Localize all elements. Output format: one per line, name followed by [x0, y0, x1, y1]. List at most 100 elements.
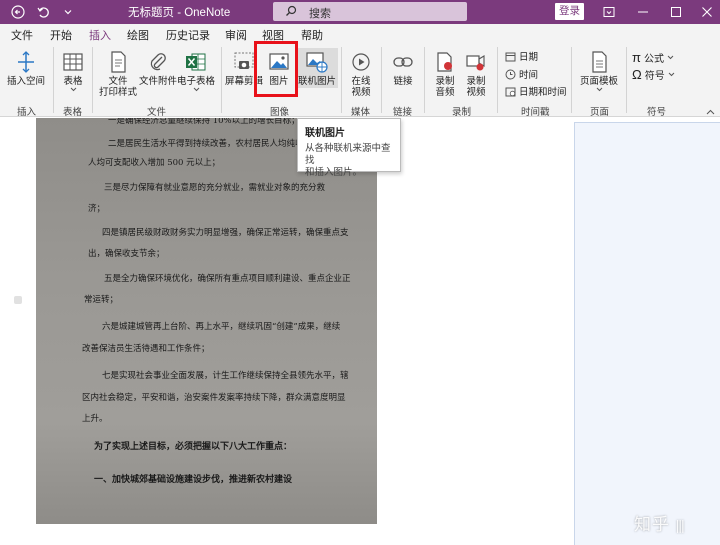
page-list-panel[interactable] — [574, 122, 720, 545]
paperclip-icon — [146, 50, 170, 74]
separator — [53, 47, 54, 113]
file-printout-icon — [106, 50, 130, 74]
title-bar: 无标题页 - OneNote 搜索 登录 — [0, 0, 720, 24]
undo-icon[interactable] — [33, 2, 53, 22]
doc-line: 五是全力确保环境优化，确保所有重点项目顺利建设、重点企业正 — [104, 272, 351, 284]
group-label-symbols: 符号 — [647, 104, 666, 118]
table-icon — [61, 50, 85, 74]
paragraph-handle[interactable] — [14, 296, 22, 304]
doc-line: 一是确保经济总量继续保持 10%以上的增长目标； — [108, 118, 300, 126]
doc-line: 一、加快城郊基础设施建设步伐，推进新农村建设 — [94, 472, 292, 485]
ribbon-display-icon[interactable] — [599, 2, 619, 22]
doc-line: 三是尽力保障有就业意愿的充分就业，需就业对象的充分救 — [104, 181, 325, 193]
doc-line: 上升。 — [82, 412, 108, 424]
tab-help[interactable]: 帮助 — [301, 27, 323, 43]
pi-icon: π — [632, 50, 641, 65]
date-time-label: 日期和时间 — [519, 84, 567, 98]
doc-line: 人均可支配收入增加 500 元以上； — [88, 156, 220, 168]
separator — [341, 47, 342, 113]
file-attachment-button[interactable]: 文件附件 — [139, 50, 177, 87]
login-button[interactable]: 登录 — [555, 3, 584, 20]
group-label-tables: 表格 — [63, 104, 82, 118]
minimize-icon[interactable] — [633, 2, 653, 22]
back-arrow-icon[interactable] — [8, 2, 28, 22]
online-video-icon — [349, 50, 373, 74]
tooltip-body-2: 和插入图片。 — [305, 167, 393, 179]
doc-line: 七是实现社会事业全面发展，计生工作继续保持全县领先水平，辖 — [102, 369, 349, 381]
page-templates-label: 页面模板 — [580, 76, 618, 87]
link-button[interactable]: 链接 — [387, 50, 419, 87]
calendar-clock-icon — [505, 86, 516, 97]
group-label-pages: 页面 — [590, 104, 609, 118]
file-printout-label-1: 文件 — [108, 76, 127, 87]
tab-home[interactable]: 开始 — [50, 27, 72, 43]
tab-history[interactable]: 历史记录 — [166, 27, 210, 43]
separator — [381, 47, 382, 113]
group-label-media: 媒体 — [351, 104, 370, 118]
symbol-button[interactable]: Ω 符号 — [632, 67, 678, 82]
dropdown-icon[interactable] — [58, 2, 78, 22]
record-video-label-1: 录制 — [466, 76, 485, 87]
online-picture-button[interactable]: 联机图片 — [296, 48, 338, 88]
calendar-icon — [505, 51, 516, 62]
chevron-down-icon — [668, 72, 675, 77]
time-label: 时间 — [519, 67, 538, 81]
record-audio-icon — [433, 50, 457, 74]
symbol-label: 符号 — [645, 67, 665, 82]
close-icon[interactable] — [697, 2, 717, 22]
page-canvas[interactable]: 一是确保经济总量继续保持 10%以上的增长目标； 二是居民生活水平得到持续改善，… — [0, 118, 720, 545]
link-label: 链接 — [393, 76, 412, 87]
chevron-down-icon — [70, 87, 77, 92]
page-templates-button[interactable]: 页面模板 — [577, 50, 621, 92]
separator — [497, 47, 498, 113]
date-button[interactable]: 日期 — [505, 49, 538, 63]
collapse-ribbon-icon[interactable] — [706, 104, 715, 118]
record-audio-button[interactable]: 录制 音频 — [430, 50, 460, 98]
doc-line: 改善保洁员生活待遇和工作条件； — [82, 342, 210, 354]
record-video-button[interactable]: 录制 视频 — [461, 50, 491, 98]
online-video-label-2: 视频 — [351, 87, 370, 98]
maximize-icon[interactable] — [666, 2, 686, 22]
link-icon — [391, 50, 415, 74]
excel-icon — [184, 50, 208, 74]
search-icon — [285, 5, 297, 20]
tab-insert[interactable]: 插入 — [89, 27, 111, 43]
insert-space-label: 插入空间 — [7, 76, 45, 87]
online-picture-label: 联机图片 — [298, 76, 336, 87]
tab-review[interactable]: 审阅 — [225, 27, 247, 43]
file-attachment-label: 文件附件 — [139, 76, 177, 87]
doc-line: 二是居民生活水平得到持续改善，农村居民人均纯收入 — [108, 137, 312, 149]
search-input[interactable]: 搜索 — [273, 2, 467, 21]
doc-line: 济； — [88, 202, 105, 214]
page-template-icon — [587, 50, 611, 74]
ribbon: 插入空间 插入 表格 表格 文件 打印样式 文件附件 电子表格 文件 屏幕剪辑 … — [0, 43, 720, 117]
group-label-images: 图像 — [270, 104, 289, 118]
insert-space-icon — [14, 50, 38, 74]
table-button[interactable]: 表格 — [56, 50, 90, 92]
equation-button[interactable]: π 公式 — [632, 50, 677, 65]
separator — [221, 47, 222, 113]
separator — [92, 47, 93, 113]
spreadsheet-button[interactable]: 电子表格 — [176, 50, 216, 92]
online-picture-icon — [305, 50, 329, 74]
time-button[interactable]: 时间 — [505, 67, 538, 81]
equation-label: 公式 — [644, 50, 664, 65]
watermark-text: 知乎 — [634, 515, 670, 534]
chevron-down-icon — [667, 55, 674, 60]
date-time-button[interactable]: 日期和时间 — [505, 84, 567, 98]
tab-file[interactable]: 文件 — [11, 27, 33, 43]
doc-line: 四是镇居民级财政财务实力明显增强，确保正常运转，确保重点支 — [102, 226, 349, 238]
chevron-down-icon — [193, 87, 200, 92]
insert-space-button[interactable]: 插入空间 — [6, 50, 46, 87]
doc-line: 出，确保收支节余； — [88, 247, 165, 259]
omega-icon: Ω — [632, 67, 642, 82]
record-video-label-2: 视频 — [466, 87, 485, 98]
record-video-icon — [464, 50, 488, 74]
tab-draw[interactable]: 绘图 — [127, 27, 149, 43]
doc-line: 区内社会稳定，平安和谐，治安案件发案率持续下降，群众满意度明显 — [82, 391, 346, 403]
menu-bar: 文件 开始 插入 绘图 历史记录 审阅 视图 帮助 — [0, 24, 720, 43]
file-printout-button[interactable]: 文件 打印样式 — [96, 50, 140, 98]
separator — [424, 47, 425, 113]
online-video-button[interactable]: 在线 视频 — [346, 50, 376, 98]
date-label: 日期 — [519, 49, 538, 63]
